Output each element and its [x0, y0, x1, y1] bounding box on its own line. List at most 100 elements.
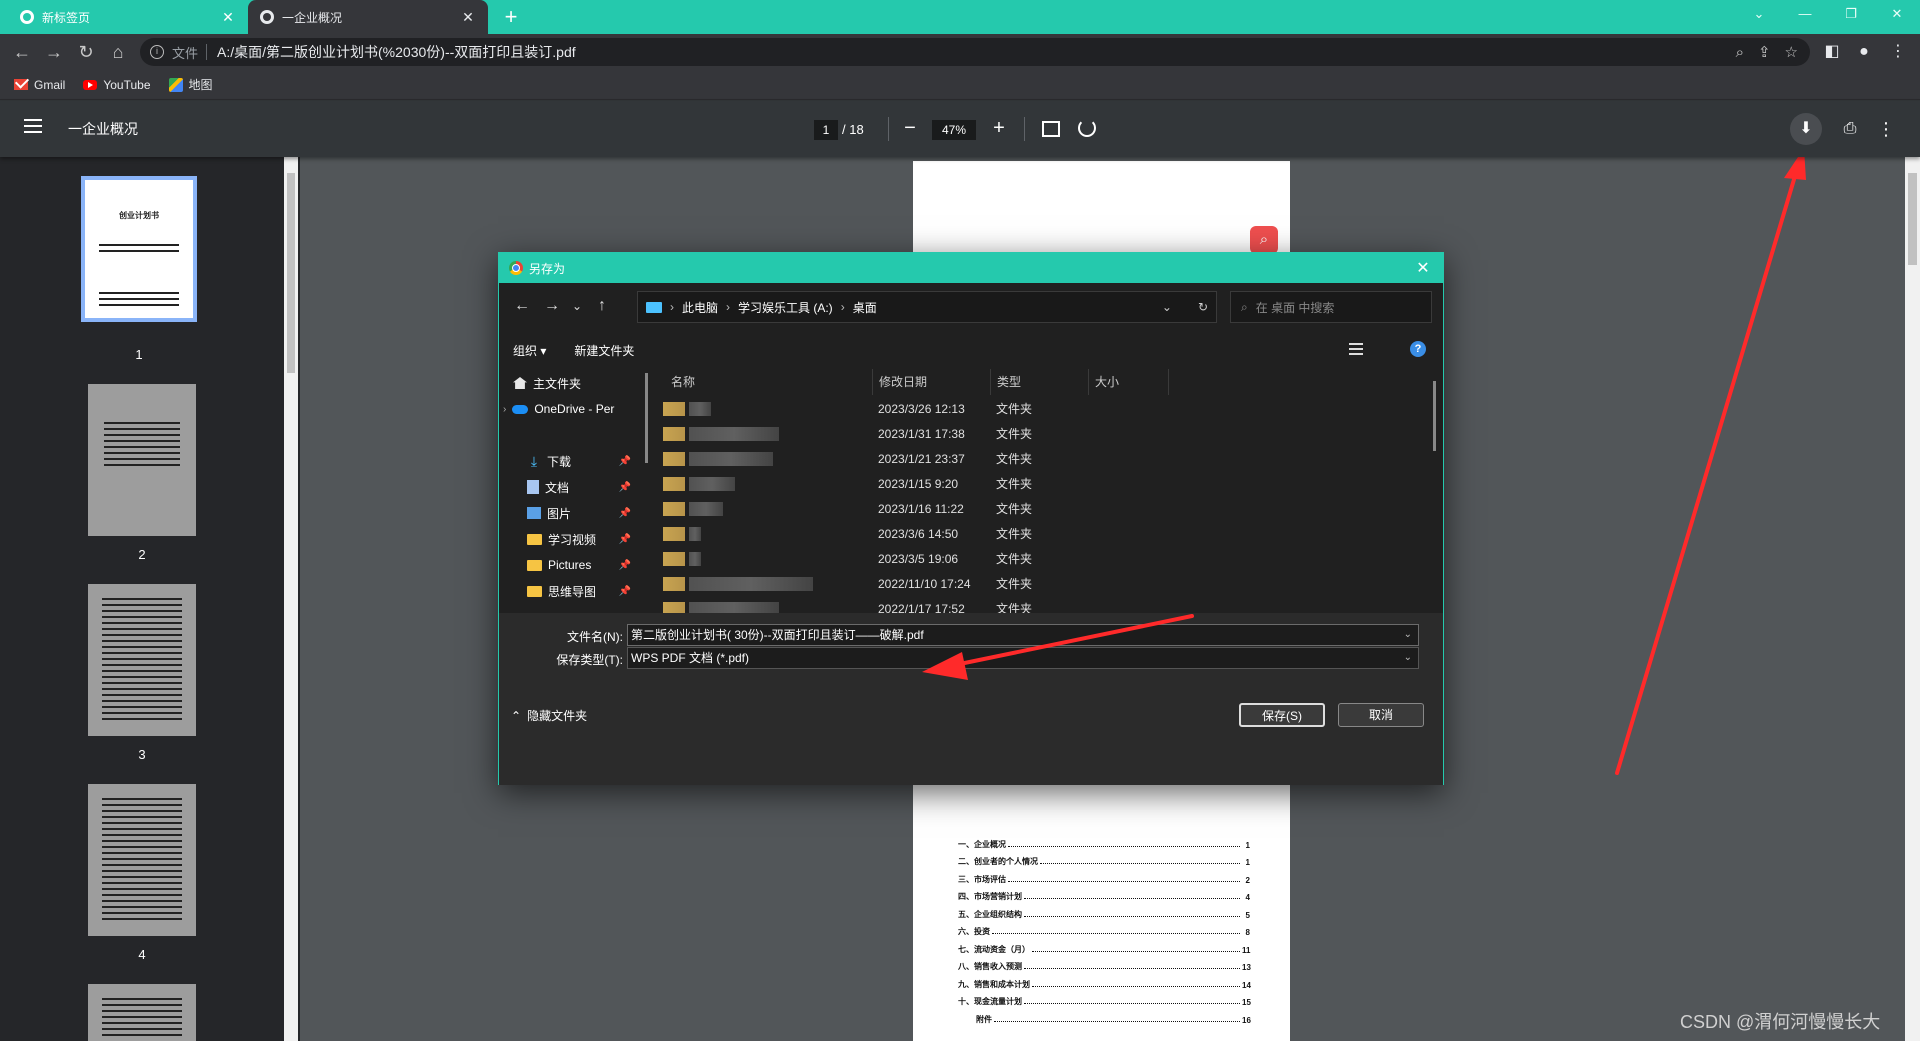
thumbnail-page-5[interactable] [88, 984, 196, 1041]
cancel-button[interactable]: 取消 [1338, 703, 1424, 727]
menu-icon[interactable]: ⋮ [1884, 38, 1912, 66]
scrollbar-thumb[interactable] [287, 173, 295, 373]
file-row[interactable]: 2023/1/31 17:38 文件夹 [651, 421, 1421, 446]
chevron-down-icon[interactable]: ⌄ [567, 299, 587, 313]
back-icon[interactable]: ← [8, 38, 36, 66]
toc-page: 8 [1245, 928, 1250, 937]
nav-item-home[interactable]: 主文件夹 [513, 371, 641, 395]
refresh-icon[interactable]: ↻ [1198, 300, 1208, 314]
nav-item-label: 主文件夹 [533, 376, 582, 391]
tab-new-tab[interactable]: 新标签页 ✕ [8, 0, 248, 34]
address-bar[interactable]: i 文件 A:/桌面/第二版创业计划书(%2030份)--双面打印且装订.pdf… [140, 38, 1810, 66]
thumbnail-page-2[interactable] [88, 384, 196, 536]
nav-item-documents[interactable]: 文档 📌 [527, 475, 641, 499]
column-header-date[interactable]: 修改日期 [873, 369, 991, 395]
side-panel-icon[interactable]: ◧ [1818, 38, 1846, 66]
zoom-icon[interactable]: ⌕ [1736, 44, 1744, 61]
zoom-input[interactable]: 47% [932, 120, 976, 140]
view-options-icon[interactable] [1349, 343, 1363, 355]
window-close-button[interactable]: ✕ [1874, 0, 1920, 28]
nav-item-downloads[interactable]: ⤓ 下载 📌 [527, 449, 641, 473]
filename-input[interactable]: 第二版创业计划书( 30份)--双面打印且装订——破解.pdf ⌄ [627, 624, 1419, 646]
tab-search-icon[interactable]: ⌄ [1736, 0, 1782, 28]
new-folder-button[interactable]: 新建文件夹 [574, 342, 634, 359]
print-button[interactable]: ⎙ [1834, 113, 1866, 145]
chevron-down-icon[interactable]: ⌄ [1162, 300, 1172, 314]
share-icon[interactable]: ⇪ [1758, 43, 1771, 61]
file-row[interactable]: 2023/1/21 23:37 文件夹 [651, 446, 1421, 471]
thumbnail-page-3[interactable] [88, 584, 196, 736]
bookmark-maps[interactable]: 地图 [168, 76, 213, 93]
document-scrollbar[interactable] [1905, 157, 1920, 1041]
back-icon[interactable]: ← [507, 297, 537, 315]
hide-folders-toggle[interactable]: ⌃ 隐藏文件夹 [511, 707, 587, 724]
chevron-down-icon[interactable]: ⌄ [1404, 648, 1412, 668]
file-row[interactable]: 2023/3/5 19:06 文件夹 [651, 546, 1421, 571]
tab-pdf[interactable]: 一企业概况 ✕ [248, 0, 488, 34]
column-header-type[interactable]: 类型 [991, 369, 1089, 395]
fit-page-icon[interactable] [1042, 121, 1060, 137]
nav-item-label: 图片 [547, 506, 572, 521]
close-icon[interactable]: ✕ [220, 9, 236, 26]
more-options-button[interactable]: ⋮ [1872, 113, 1900, 145]
search-icon[interactable]: ⌕ [1250, 226, 1278, 254]
thumbnail-page-1[interactable]: 创业计划书 [81, 176, 197, 322]
scrollbar-thumb[interactable] [645, 373, 648, 463]
rotate-icon[interactable] [1078, 119, 1096, 137]
organize-button[interactable]: 组织 ▾ [513, 342, 546, 359]
file-row[interactable]: 2022/11/10 17:24 文件夹 [651, 571, 1421, 596]
file-row[interactable]: 2023/1/15 9:20 文件夹 [651, 471, 1421, 496]
profile-icon[interactable]: ● [1850, 38, 1878, 66]
column-header-size[interactable]: 大小 [1089, 369, 1169, 395]
home-icon[interactable]: ⌂ [104, 38, 132, 66]
restore-button[interactable]: ❐ [1828, 0, 1874, 28]
file-row[interactable]: 2023/3/6 14:50 文件夹 [651, 521, 1421, 546]
nav-item-folder[interactable]: 学习视频 📌 [527, 527, 641, 551]
page-total: / 18 [842, 122, 864, 137]
info-icon[interactable]: i [150, 45, 164, 59]
breadcrumb-item[interactable]: 此电脑 [682, 299, 718, 316]
nav-item-folder[interactable]: Pictures 📌 [527, 553, 641, 577]
reload-icon[interactable]: ↻ [72, 38, 100, 66]
filetype-select[interactable]: WPS PDF 文档 (*.pdf) ⌄ [627, 647, 1419, 669]
scrollbar-thumb[interactable] [1908, 173, 1917, 265]
sidebar-toggle-icon[interactable] [24, 119, 42, 133]
nav-item-pictures[interactable]: 图片 📌 [527, 501, 641, 525]
dialog-titlebar[interactable]: 另存为 ✕ [499, 253, 1443, 283]
save-button[interactable]: 保存(S) [1239, 703, 1325, 727]
page-number-input[interactable]: 1 [814, 120, 838, 140]
file-row[interactable]: 2022/1/17 17:52 文件夹 [651, 596, 1421, 613]
chevron-down-icon[interactable]: ⌄ [1404, 625, 1412, 645]
breadcrumb-item[interactable]: 学习娱乐工具 (A:) [738, 299, 833, 316]
file-row[interactable]: 2023/1/16 11:22 文件夹 [651, 496, 1421, 521]
column-header-name[interactable]: 名称 [665, 369, 873, 395]
search-input[interactable]: ⌕ 在 桌面 中搜索 [1230, 291, 1432, 323]
help-icon[interactable]: ? [1410, 341, 1426, 357]
zoom-out-button[interactable]: − [897, 115, 923, 143]
minimize-button[interactable]: — [1782, 0, 1828, 28]
zoom-in-button[interactable]: + [986, 115, 1012, 143]
bookmark-youtube[interactable]: YouTube [83, 78, 151, 92]
chevron-right-icon: › [726, 300, 731, 314]
file-row[interactable]: 2023/3/26 12:13 文件夹 [651, 396, 1421, 421]
forward-icon[interactable]: → [40, 38, 68, 66]
nav-item-onedrive[interactable]: › OneDrive - Per [503, 397, 641, 421]
nav-item-folder[interactable]: 思维导图 📌 [527, 579, 641, 603]
breadcrumb[interactable]: › 此电脑 › 学习娱乐工具 (A:) › 桌面 ⌄ ↻ [637, 291, 1217, 323]
scrollbar-thumb[interactable] [1433, 381, 1436, 451]
new-tab-button[interactable]: + [498, 4, 524, 30]
close-icon[interactable]: ✕ [1403, 258, 1443, 278]
sidebar-scrollbar[interactable] [284, 157, 298, 1041]
forward-icon[interactable]: → [537, 297, 567, 315]
bookmark-star-icon[interactable]: ☆ [1785, 43, 1798, 61]
chevron-right-icon[interactable]: › [503, 404, 506, 415]
filename-value[interactable]: 第二版创业计划书( 30份)--双面打印且装订——破解.pdf [631, 628, 924, 642]
url-text[interactable]: A:/桌面/第二版创业计划书(%2030份)--双面打印且装订.pdf [217, 42, 576, 62]
up-icon[interactable]: ↑ [587, 297, 617, 315]
blurred-filename [689, 501, 723, 516]
breadcrumb-item[interactable]: 桌面 [853, 299, 877, 316]
thumbnail-page-4[interactable] [88, 784, 196, 936]
bookmark-gmail[interactable]: Gmail [14, 78, 65, 92]
close-icon[interactable]: ✕ [460, 9, 476, 26]
download-button[interactable]: ⬇ [1790, 113, 1822, 145]
